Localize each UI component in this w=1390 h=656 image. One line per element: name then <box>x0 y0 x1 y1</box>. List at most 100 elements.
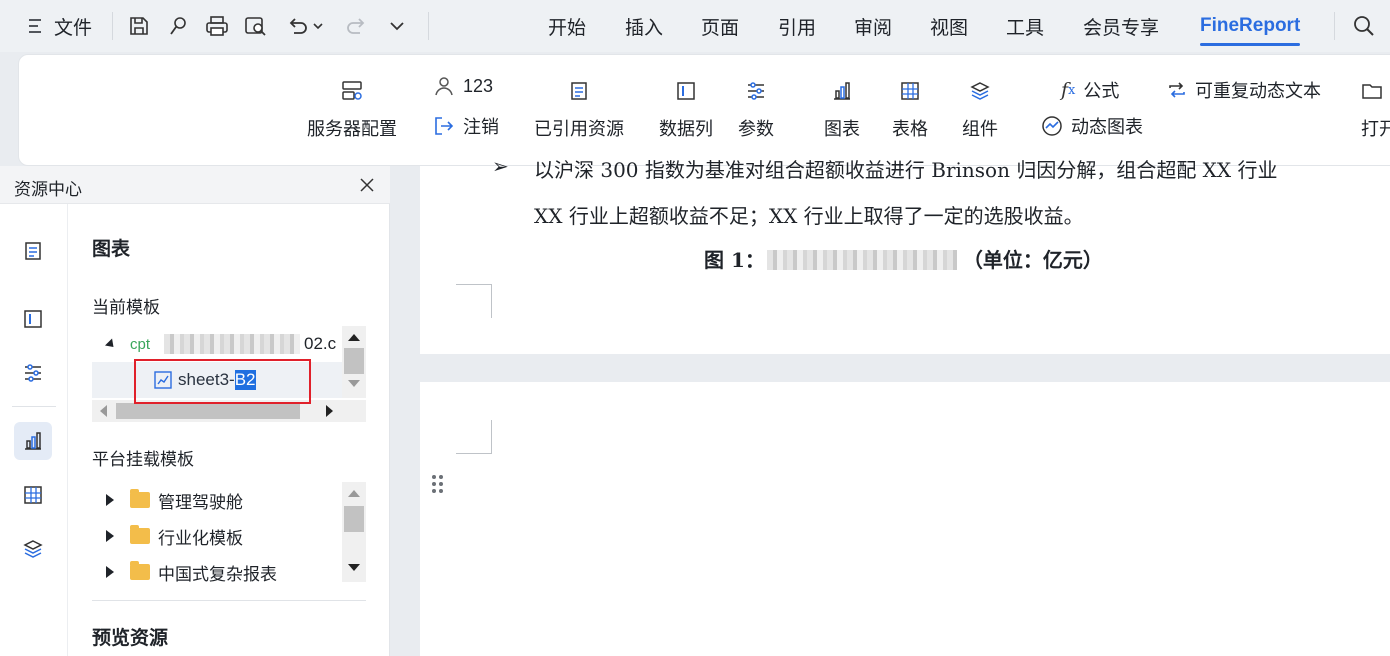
sliders-icon <box>745 75 767 107</box>
dynamic-chart-button[interactable]: 动态图表 <box>1041 113 1143 139</box>
folder-open-icon <box>1361 75 1383 107</box>
tab-page[interactable]: 页面 <box>701 0 739 52</box>
component-label: 组件 <box>962 119 998 139</box>
bullet-icon: ➢ <box>492 154 509 178</box>
folder-icon <box>130 561 150 580</box>
drag-handle-icon[interactable] <box>432 475 444 495</box>
divider <box>428 12 429 40</box>
repeatable-dynamic-text-button[interactable]: 可重复动态文本 <box>1167 77 1321 103</box>
scroll-left-icon[interactable] <box>100 405 107 417</box>
redacted-filename <box>164 334 301 354</box>
server-config-icon <box>340 75 364 107</box>
dynamic-chart-icon <box>1041 115 1063 137</box>
figure-caption-suffix: （单位：亿元） <box>962 248 1103 272</box>
document-page[interactable]: ➢ 以沪深 300 指数为基准对组合超额收益进行 Brinson 归因分解，组合… <box>420 154 1390 354</box>
user-info: 123 <box>433 75 493 97</box>
tree-node-cpt[interactable]: cpt 02.c <box>104 326 336 362</box>
current-template-label: 当前模板 <box>92 298 160 317</box>
function-icon: fx <box>1061 79 1076 101</box>
user-icon <box>433 75 455 97</box>
tree-folder-industry[interactable]: 行业化模板 <box>106 518 243 554</box>
paragraph-line-2[interactable]: XX 行业上超额收益不足；XX 行业上取得了一定的选股收益。 <box>534 200 1084 229</box>
scroll-down-icon[interactable] <box>348 564 360 571</box>
panel-title: 资源中心 <box>14 180 82 199</box>
scroll-thumb[interactable] <box>344 506 364 532</box>
table-label: 表格 <box>892 119 928 139</box>
paragraph-line-1[interactable]: 以沪深 300 指数为基准对组合超额收益进行 Brinson 归因分解，组合超配… <box>534 154 1278 183</box>
search-icon[interactable] <box>1351 13 1377 39</box>
print-preview-icon[interactable] <box>243 13 269 39</box>
folder-label: 管理驾驶舱 <box>158 492 243 512</box>
tab-member[interactable]: 会员专享 <box>1083 0 1159 52</box>
tree-vertical-scrollbar[interactable] <box>342 326 366 398</box>
scroll-thumb[interactable] <box>344 348 364 374</box>
formula-button[interactable]: fx 公式 <box>1061 77 1119 103</box>
rail-bar-chart-icon[interactable] <box>14 422 52 460</box>
undo-dropdown-icon[interactable] <box>311 13 325 39</box>
page-margin-corner <box>456 420 492 454</box>
save-icon[interactable] <box>126 13 152 39</box>
divider <box>12 406 56 407</box>
more-dropdown-icon[interactable] <box>384 13 410 39</box>
repeat-icon <box>1167 80 1187 100</box>
redo-icon[interactable] <box>344 13 370 39</box>
rail-table-icon[interactable] <box>14 476 52 514</box>
platform-vertical-scrollbar[interactable] <box>342 482 366 582</box>
figure-caption[interactable]: 图 1： （单位：亿元） <box>704 244 1103 273</box>
menu-bar: 文件 开始 插入 页面 引用 审阅 视图 工具 会员专享 FineReport <box>0 0 1390 52</box>
rail-resource-list-icon[interactable] <box>14 232 52 270</box>
tab-view[interactable]: 视图 <box>930 0 968 52</box>
cpt-tag: cpt <box>130 335 151 353</box>
scroll-right-icon[interactable] <box>326 405 333 417</box>
file-menu-label: 文件 <box>54 17 93 39</box>
tree-folder-complex-report[interactable]: 中国式复杂报表 <box>106 554 277 590</box>
tab-insert[interactable]: 插入 <box>625 0 663 52</box>
expand-icon <box>106 530 114 542</box>
logout-button[interactable]: 注销 <box>433 113 499 139</box>
tab-finereport[interactable]: FineReport <box>1200 0 1301 52</box>
scroll-down-icon[interactable] <box>348 380 360 387</box>
undo-icon[interactable] <box>284 13 310 39</box>
collapse-icon <box>104 337 118 351</box>
table-icon <box>899 75 921 107</box>
tab-review[interactable]: 审阅 <box>854 0 892 52</box>
chart-label: 图表 <box>824 119 860 139</box>
tab-tools[interactable]: 工具 <box>1006 0 1044 52</box>
panel-header: 资源中心 <box>0 166 390 204</box>
tab-start[interactable]: 开始 <box>548 0 586 52</box>
rail-layers-icon[interactable] <box>14 530 52 568</box>
divider <box>1334 12 1335 40</box>
hamburger-icon <box>28 18 42 34</box>
server-config-button[interactable]: 服务器配置 <box>307 75 397 141</box>
print-icon[interactable] <box>204 13 230 39</box>
scroll-up-icon[interactable] <box>348 490 360 497</box>
tree-folder-cockpit[interactable]: 管理驾驶舱 <box>106 482 243 518</box>
close-icon[interactable] <box>359 177 375 193</box>
repeatable-dynamic-text-label: 可重复动态文本 <box>1195 81 1321 101</box>
component-button[interactable]: 组件 <box>960 75 1000 141</box>
folder-label: 中国式复杂报表 <box>158 564 277 584</box>
redacted-caption <box>766 250 957 270</box>
layers-icon <box>969 75 991 107</box>
data-column-icon <box>675 75 697 107</box>
referenced-resources-button[interactable]: 已引用资源 <box>533 75 625 141</box>
server-config-label: 服务器配置 <box>307 119 397 139</box>
scroll-up-icon[interactable] <box>348 334 360 341</box>
file-menu[interactable]: 文件 <box>28 0 92 52</box>
preview-resources-title: 预览资源 <box>92 628 169 649</box>
referenced-resources-label: 已引用资源 <box>534 119 624 139</box>
scroll-thumb[interactable] <box>116 403 300 419</box>
chart-button[interactable]: 图表 <box>821 75 863 141</box>
parameter-label: 参数 <box>738 119 774 139</box>
rail-data-column-icon[interactable] <box>14 300 52 338</box>
document-page[interactable] <box>420 382 1390 656</box>
section-title: 图表 <box>92 239 131 260</box>
tab-references[interactable]: 引用 <box>778 0 816 52</box>
folder-icon <box>130 525 150 544</box>
format-painter-icon[interactable] <box>165 13 191 39</box>
parameter-button[interactable]: 参数 <box>735 75 777 141</box>
open-button[interactable]: 打开 <box>1361 75 1390 141</box>
rail-sliders-icon[interactable] <box>14 354 52 392</box>
data-column-button[interactable]: 数据列 <box>655 75 717 141</box>
table-button[interactable]: 表格 <box>890 75 930 141</box>
